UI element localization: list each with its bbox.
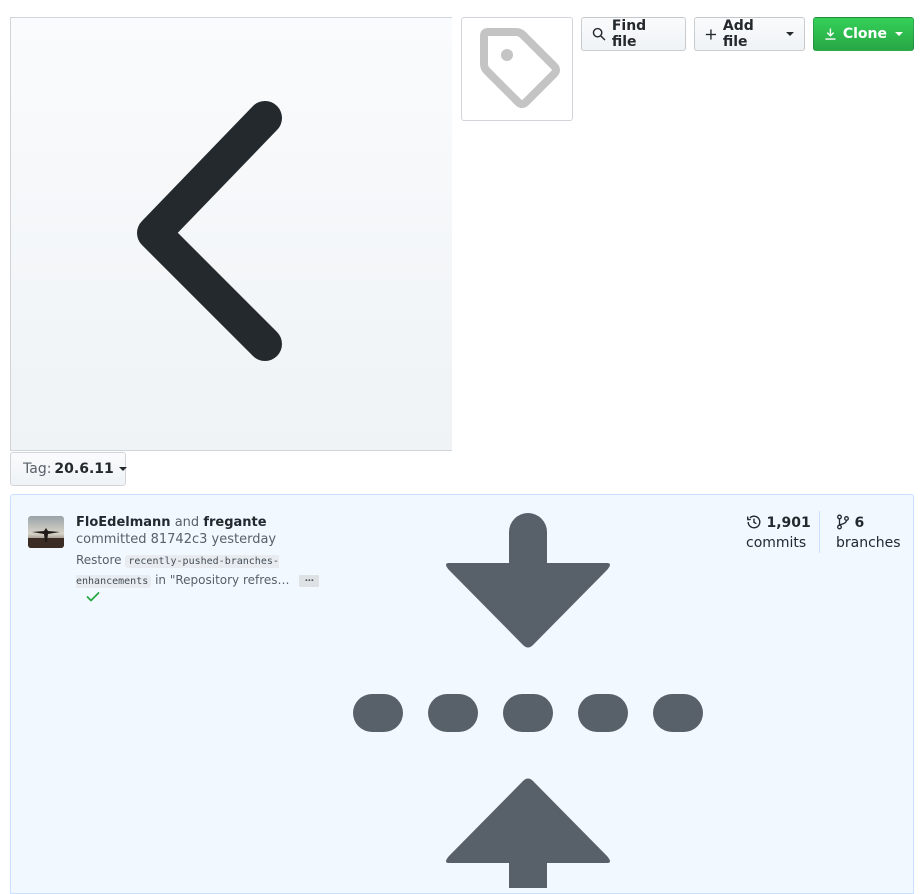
chevron-down-icon [118,467,127,471]
history-icon [746,515,761,529]
chevron-left-icon [137,101,282,361]
commits-count: 1,901 [766,515,811,531]
commit-message[interactable]: Restore recently-pushed-branches-enhance… [76,551,321,591]
author-link-2[interactable]: fregante [203,515,266,530]
commits-count-link[interactable]: 1,901 commits [746,513,811,553]
branches-label: branches [836,535,901,551]
commit-meta[interactable]: committed 81742c3 yesterday [76,532,276,547]
tag-select-menu[interactable]: Tag: 20.6.11 [10,452,127,486]
add-file-button[interactable]: Add file [694,17,805,51]
check-icon[interactable] [86,591,100,603]
search-icon [592,27,606,41]
commits-label: commits [746,535,807,551]
clone-button[interactable]: Clone [813,17,914,51]
tag-thumbnail [461,17,573,121]
tag-select-prefix: Tag: [23,461,52,477]
avatar[interactable] [28,516,64,548]
download-icon [825,28,836,40]
unfold-icon [353,513,703,888]
find-file-button[interactable]: Find file [581,17,686,51]
chevron-down-icon [786,32,794,36]
branches-count: 6 [854,515,865,531]
commit-message-prefix: Restore [76,553,122,567]
latest-commit-box: FloEdelmann and fregante committed 81742… [10,494,914,894]
chevron-down-icon [895,32,903,36]
tag-select-value: 20.6.11 [54,461,114,477]
branches-count-link[interactable]: 6 branches [836,513,901,553]
author-link-1[interactable]: FloEdelmann [76,515,171,530]
tag-icon [480,28,560,108]
add-file-label: Add file [722,18,754,50]
git-branch-icon [837,514,849,530]
previous-button[interactable] [10,17,452,451]
clone-label: Clone [842,26,887,42]
commit-authors: FloEdelmann and fregante [76,513,267,532]
plus-icon [705,28,717,40]
and-text: and [174,515,200,530]
stats-divider [819,511,820,553]
find-file-label: Find file [611,18,647,50]
expand-message-button[interactable]: … [299,574,320,587]
commit-message-suffix: in "Repository refres… [155,573,290,587]
